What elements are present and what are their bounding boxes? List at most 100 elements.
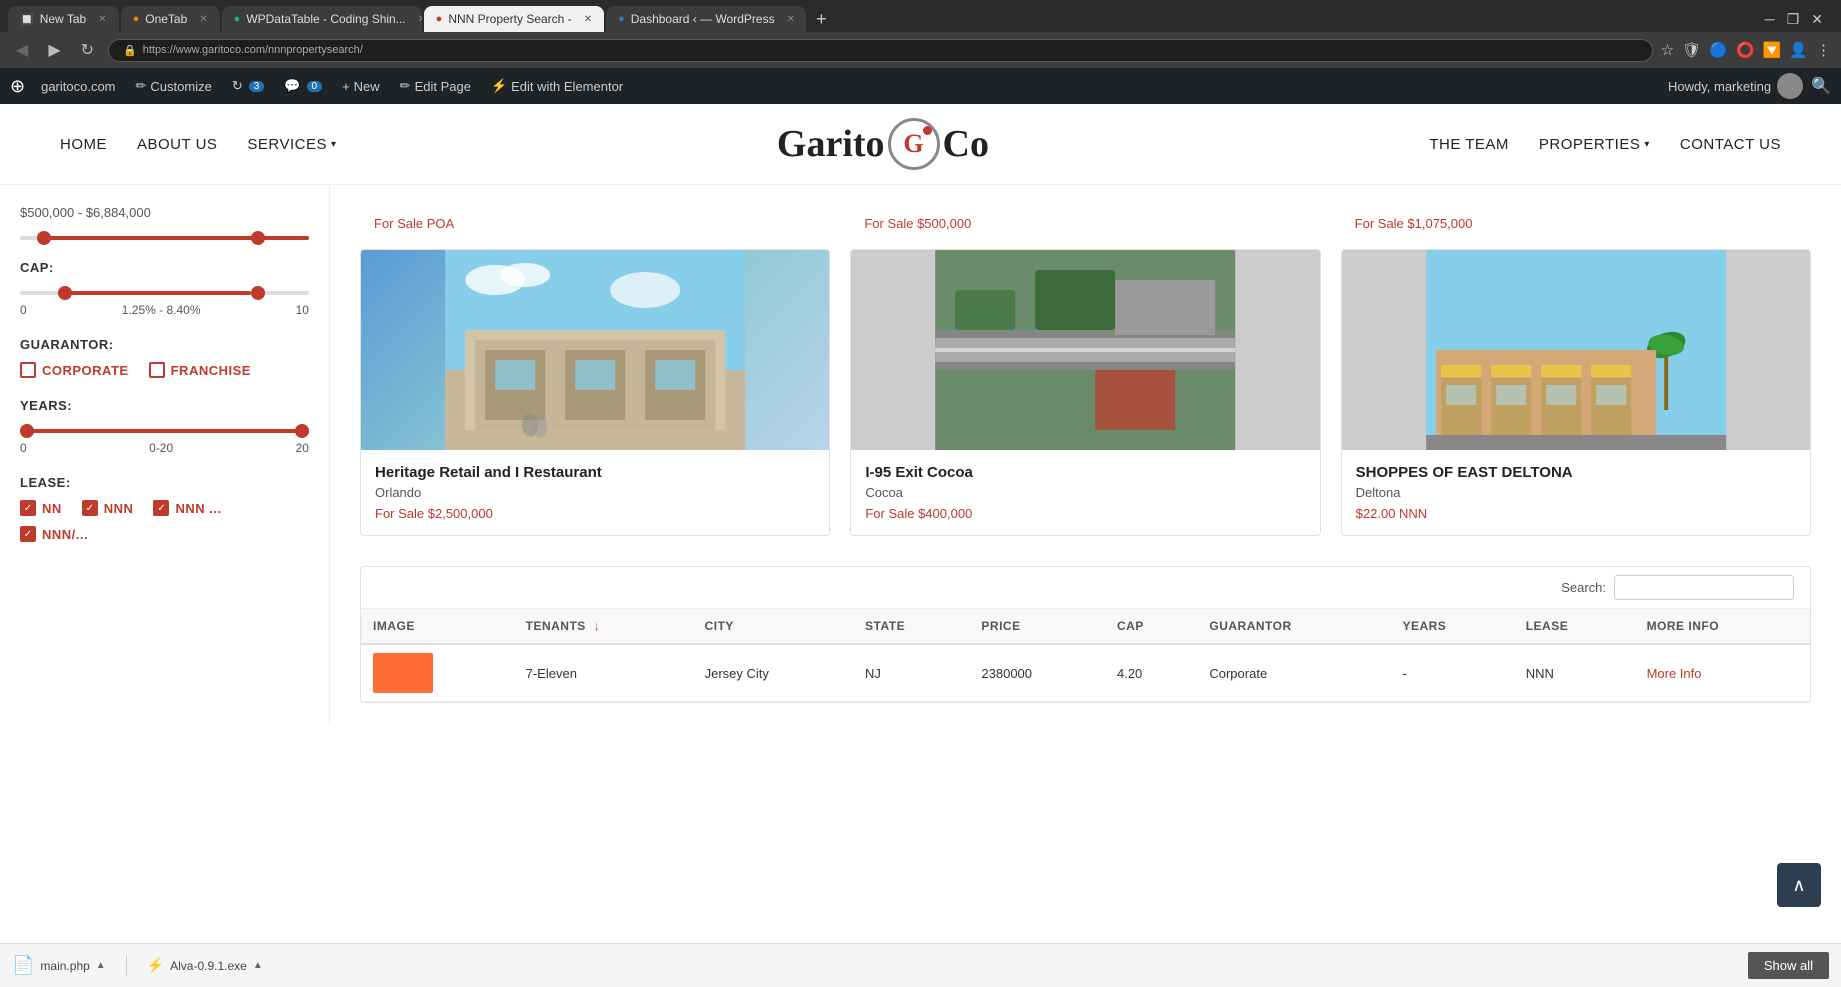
nnn3-checkbox-box[interactable] bbox=[20, 526, 36, 542]
nav-team[interactable]: THE TEAM bbox=[1429, 136, 1509, 153]
nnn2-checkbox-box[interactable] bbox=[153, 500, 169, 516]
chevron-up-icon[interactable]: ▲ bbox=[96, 960, 106, 971]
tab-dashboard[interactable]: ● Dashboard ‹ — WordPress ✕ bbox=[606, 6, 806, 32]
nav-properties[interactable]: PROPERTIES ▾ bbox=[1539, 136, 1650, 153]
price-slider[interactable] bbox=[20, 236, 309, 240]
forward-button[interactable]: ▶ bbox=[42, 38, 66, 62]
cap-slider[interactable] bbox=[20, 291, 309, 295]
table-search-input[interactable] bbox=[1614, 575, 1794, 600]
nn-checkbox-box[interactable] bbox=[20, 500, 36, 516]
menu-icon[interactable]: ⋮ bbox=[1816, 41, 1831, 59]
nnn-checkbox-box[interactable] bbox=[82, 500, 98, 516]
new-item[interactable]: + New bbox=[334, 75, 388, 98]
col-years: YEARS bbox=[1390, 609, 1513, 644]
cell-years: - bbox=[1390, 644, 1513, 702]
restore-icon[interactable]: ❐ bbox=[1787, 11, 1800, 28]
tab-onetab[interactable]: ● OneTab ✕ bbox=[121, 6, 220, 32]
chevron-up-icon[interactable]: ▲ bbox=[253, 960, 263, 971]
col-tenants[interactable]: TENANTS ↓ bbox=[514, 609, 693, 644]
slider-thumb-right[interactable] bbox=[251, 231, 265, 245]
howdy-text: Howdy, marketing bbox=[1668, 73, 1803, 99]
years-slider-thumb-left[interactable] bbox=[20, 424, 34, 438]
franchise-checkbox[interactable]: FRANCHISE bbox=[149, 362, 251, 378]
cell-guarantor: Corporate bbox=[1197, 644, 1390, 702]
logo-dot bbox=[923, 126, 932, 135]
table-row[interactable]: 7-Eleven Jersey City NJ 2380000 4.20 Cor… bbox=[361, 644, 1810, 702]
bottom-file-2[interactable]: ⚡ Alva-0.9.1.exe ▲ bbox=[147, 957, 263, 974]
edit-page-item[interactable]: ✏ Edit Page bbox=[392, 74, 479, 98]
cap-slider-thumb-right[interactable] bbox=[251, 286, 265, 300]
address-bar[interactable]: 🔒 https://www.garitoco.com/nnnpropertyse… bbox=[108, 39, 1653, 62]
property-card-3[interactable]: SHOPPES OF EAST DELTONA Deltona $22.00 N… bbox=[1341, 249, 1811, 536]
property-card-2[interactable]: King Street I-95 Exit Cocoa Cocoa For Sa… bbox=[850, 249, 1320, 536]
cap-slider-labels: 0 1.25% - 8.40% 10 bbox=[20, 303, 309, 317]
extension-icon-4[interactable]: 🔽 bbox=[1763, 41, 1782, 59]
lease-checkboxes-row2: NNN/... bbox=[20, 526, 309, 542]
nnn2-checkbox[interactable]: NNN ... bbox=[153, 500, 221, 516]
tab-close-icon[interactable]: ✕ bbox=[98, 14, 106, 25]
nnn-checkbox[interactable]: NNN bbox=[82, 500, 134, 516]
cell-cap: 4.20 bbox=[1105, 644, 1197, 702]
bookmark-star-icon[interactable]: ☆ bbox=[1661, 41, 1674, 59]
show-all-button[interactable]: Show all bbox=[1748, 952, 1829, 979]
new-tab-button[interactable]: + bbox=[808, 9, 835, 30]
nav-services[interactable]: SERVICES ▾ bbox=[247, 136, 336, 153]
reload-button[interactable]: ↻ bbox=[75, 38, 100, 62]
main-content: $500,000 - $6,884,000 CAP: 0 bbox=[0, 185, 1841, 723]
cell-more-info[interactable]: More Info bbox=[1635, 644, 1810, 702]
corporate-checkbox[interactable]: CORPORATE bbox=[20, 362, 129, 378]
nav-home[interactable]: HOME bbox=[60, 136, 107, 153]
cap-slider-thumb-left[interactable] bbox=[58, 286, 72, 300]
comments-item[interactable]: 💬 0 bbox=[276, 74, 330, 98]
card-price-2: For Sale $400,000 bbox=[865, 506, 1305, 521]
tab-nnn-property[interactable]: ● NNN Property Search - ✕ bbox=[424, 6, 604, 32]
site-logo[interactable]: Garito G Co bbox=[777, 118, 989, 170]
card-title-1: Heritage Retail and I Restaurant bbox=[375, 464, 815, 481]
tab-new-tab[interactable]: 🔲 New Tab ✕ bbox=[8, 6, 119, 32]
table-search-bar: Search: bbox=[361, 567, 1810, 609]
cell-state: NJ bbox=[853, 644, 969, 702]
edit-elementor-item[interactable]: ⚡ Edit with Elementor bbox=[483, 74, 631, 98]
card-city-1: Orlando bbox=[375, 485, 815, 500]
logo-circle-letter: G bbox=[903, 129, 923, 159]
nn-checkbox[interactable]: NN bbox=[20, 500, 62, 516]
extension-icon-2[interactable]: 🔵 bbox=[1709, 41, 1728, 59]
tab-wpdatatable[interactable]: ● WPDataTable - Coding Shin... ✕ bbox=[222, 6, 422, 32]
slider-thumb-left[interactable] bbox=[37, 231, 51, 245]
tab-close-icon[interactable]: ✕ bbox=[584, 14, 592, 25]
years-slider[interactable] bbox=[20, 429, 309, 433]
profile-icon[interactable]: 👤 bbox=[1789, 41, 1808, 59]
years-slider-thumb-right[interactable] bbox=[295, 424, 309, 438]
logo-text-co: Co bbox=[943, 122, 989, 166]
tab-close-icon[interactable]: ✕ bbox=[418, 14, 422, 25]
cell-price: 2380000 bbox=[969, 644, 1105, 702]
close-icon[interactable]: ✕ bbox=[1811, 11, 1823, 28]
property-card-1[interactable]: Heritage Retail and I Restaurant Orlando… bbox=[360, 249, 830, 536]
franchise-checkbox-box[interactable] bbox=[149, 362, 165, 378]
tab-close-icon[interactable]: ✕ bbox=[787, 14, 795, 25]
nav-contact[interactable]: CONTACT US bbox=[1680, 136, 1781, 153]
comment-icon: 💬 bbox=[284, 78, 300, 94]
nnn3-checkbox[interactable]: NNN/... bbox=[20, 526, 88, 542]
back-button[interactable]: ◀ bbox=[10, 38, 34, 62]
bottom-file-1[interactable]: 📄 main.php ▲ bbox=[12, 955, 127, 976]
address-bar-row: ◀ ▶ ↻ 🔒 https://www.garitoco.com/nnnprop… bbox=[0, 32, 1841, 68]
customize-item[interactable]: ✏ Customize bbox=[128, 74, 220, 98]
tab-bar: 🔲 New Tab ✕ ● OneTab ✕ ● WPDataTable - C… bbox=[0, 0, 1841, 32]
nav-about[interactable]: ABOUT US bbox=[137, 136, 217, 153]
extension-icon-1[interactable]: 🛡 bbox=[1682, 41, 1701, 59]
search-icon[interactable]: 🔍 bbox=[1811, 76, 1831, 96]
card-price-3: $22.00 NNN bbox=[1356, 506, 1796, 521]
updates-item[interactable]: ↻ 3 bbox=[224, 74, 272, 98]
tab-close-icon[interactable]: ✕ bbox=[199, 14, 207, 25]
corporate-checkbox-box[interactable] bbox=[20, 362, 36, 378]
chevron-down-icon: ▾ bbox=[1644, 139, 1650, 150]
logo-circle: G bbox=[888, 118, 940, 170]
extension-icon-3[interactable]: ⭕ bbox=[1736, 41, 1755, 59]
wp-logo[interactable]: ⊕ bbox=[10, 76, 25, 97]
minimize-icon[interactable]: ─ bbox=[1765, 11, 1775, 28]
back-to-top-button[interactable]: ∧ bbox=[1777, 863, 1821, 907]
site-name-item[interactable]: garitoco.com bbox=[33, 75, 123, 98]
more-info-link[interactable]: More Info bbox=[1647, 666, 1702, 681]
col-image: IMAGE bbox=[361, 609, 514, 644]
